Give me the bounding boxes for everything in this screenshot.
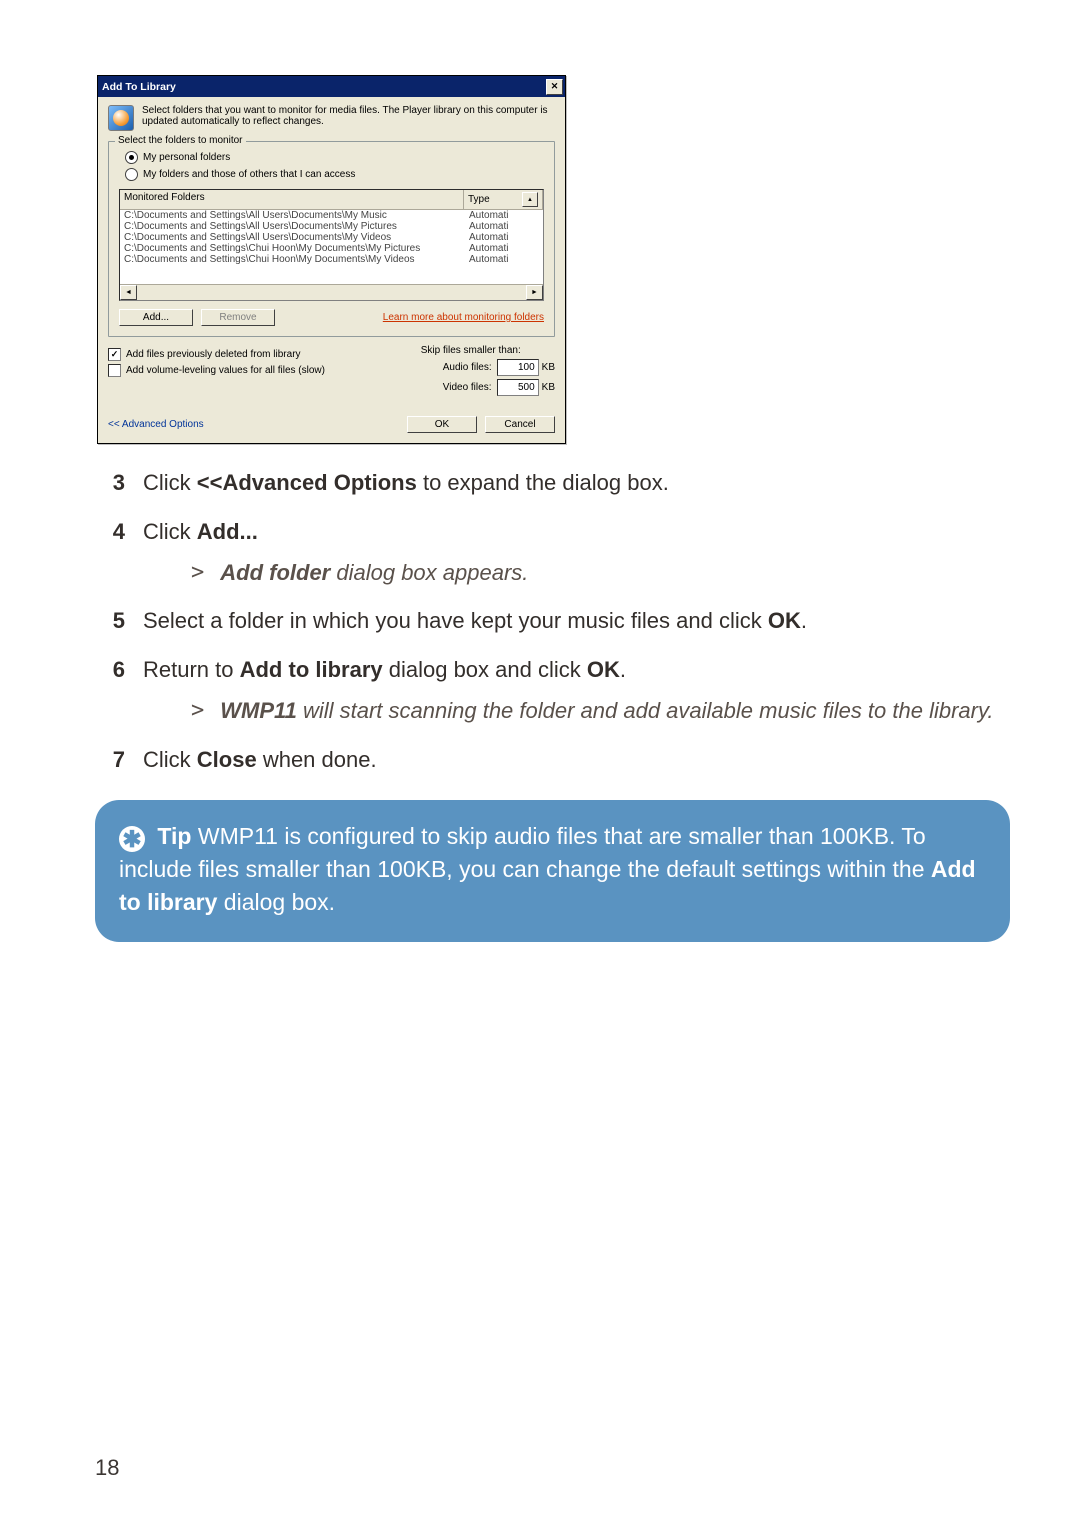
skip-audio-input[interactable]: 100: [497, 359, 539, 376]
close-button[interactable]: ✕: [546, 79, 563, 95]
step-body: Select a folder in which you have kept y…: [143, 606, 1010, 637]
table-row[interactable]: C:\Documents and Settings\Chui Hoon\My D…: [120, 254, 543, 265]
chevron-icon: >: [191, 558, 204, 589]
step-number: 6: [95, 655, 125, 686]
col-header-path[interactable]: Monitored Folders: [120, 190, 464, 209]
skip-video-label: Video files:: [443, 382, 492, 393]
tip-text-2: dialog box.: [217, 889, 335, 915]
remove-button[interactable]: Remove: [201, 309, 275, 326]
fieldset-legend: Select the folders to monitor: [115, 135, 246, 146]
list-rows: C:\Documents and Settings\All Users\Docu…: [120, 210, 543, 284]
page-number: 18: [95, 1455, 119, 1481]
folders-fieldset: Select the folders to monitor My persona…: [108, 141, 555, 337]
step-4-sub: > Add folder dialog box appears.: [191, 558, 1010, 589]
radio-personal-label: My personal folders: [143, 152, 230, 163]
list-header: Monitored Folders Type ▲: [120, 190, 543, 210]
tip-badge-icon: ✱: [119, 826, 145, 852]
radio-others[interactable]: [125, 168, 138, 181]
cancel-button[interactable]: Cancel: [485, 416, 555, 433]
check-add-prev-label: Add files previously deleted from librar…: [126, 349, 301, 360]
add-button[interactable]: Add...: [119, 309, 193, 326]
step-4: 4 Click Add... > Add folder dialog box a…: [95, 517, 1010, 589]
table-row[interactable]: C:\Documents and Settings\All Users\Docu…: [120, 210, 543, 221]
tip-text-1: WMP11 is configured to skip audio files …: [119, 823, 931, 882]
step-3: 3 Click <<Advanced Options to expand the…: [95, 468, 1010, 499]
chevron-icon: >: [191, 696, 204, 727]
horizontal-scrollbar[interactable]: ◄ ►: [120, 284, 543, 300]
step-5: 5 Select a folder in which you have kept…: [95, 606, 1010, 637]
step-body: Click <<Advanced Options to expand the d…: [143, 468, 1010, 499]
radio-others-label: My folders and those of others that I ca…: [143, 169, 355, 180]
advanced-options-link[interactable]: << Advanced Options: [108, 419, 204, 430]
kb-label: KB: [542, 382, 555, 393]
step-7: 7 Click Close when done.: [95, 745, 1010, 776]
step-body: Click Close when done.: [143, 745, 1010, 776]
table-row[interactable]: C:\Documents and Settings\All Users\Docu…: [120, 232, 543, 243]
col-header-type-label: Type: [468, 194, 490, 205]
learn-more-link[interactable]: Learn more about monitoring folders: [383, 312, 544, 323]
step-number: 3: [95, 468, 125, 499]
tip-label: Tip: [157, 823, 191, 849]
skip-audio-label: Audio files:: [443, 362, 492, 373]
step-number: 7: [95, 745, 125, 776]
instruction-steps: 3 Click <<Advanced Options to expand the…: [95, 468, 1010, 776]
scroll-left-button[interactable]: ◄: [120, 285, 137, 300]
step-number: 4: [95, 517, 125, 548]
step-6: 6 Return to Add to library dialog box an…: [95, 655, 1010, 727]
check-volume-leveling[interactable]: [108, 364, 121, 377]
step-number: 5: [95, 606, 125, 637]
dialog-titlebar: Add To Library ✕: [98, 76, 565, 97]
step-6-sub: > WMP11 will start scanning the folder a…: [191, 696, 1010, 727]
tip-callout: ✱ Tip WMP11 is configured to skip audio …: [95, 800, 1010, 942]
step-body: Click Add... > Add folder dialog box app…: [143, 517, 1010, 589]
dialog-title: Add To Library: [102, 81, 176, 93]
col-header-type[interactable]: Type ▲: [464, 190, 543, 209]
monitored-folders-list[interactable]: Monitored Folders Type ▲ C:\Documents an…: [119, 189, 544, 301]
skip-video-input[interactable]: 500: [497, 379, 539, 396]
ok-button[interactable]: OK: [407, 416, 477, 433]
step-body: Return to Add to library dialog box and …: [143, 655, 1010, 727]
check-volume-leveling-label: Add volume-leveling values for all files…: [126, 365, 325, 376]
add-to-library-dialog: Add To Library ✕ Select folders that you…: [97, 75, 566, 444]
skip-title: Skip files smaller than:: [421, 345, 555, 356]
scroll-right-button[interactable]: ►: [526, 285, 543, 300]
kb-label: KB: [542, 362, 555, 373]
wmp-icon: [108, 105, 134, 131]
check-add-prev[interactable]: [108, 348, 121, 361]
radio-personal[interactable]: [125, 151, 138, 164]
table-row[interactable]: C:\Documents and Settings\All Users\Docu…: [120, 221, 543, 232]
scroll-up-button[interactable]: ▲: [522, 192, 538, 207]
dialog-intro: Select folders that you want to monitor …: [142, 105, 555, 127]
table-row[interactable]: C:\Documents and Settings\Chui Hoon\My D…: [120, 243, 543, 254]
